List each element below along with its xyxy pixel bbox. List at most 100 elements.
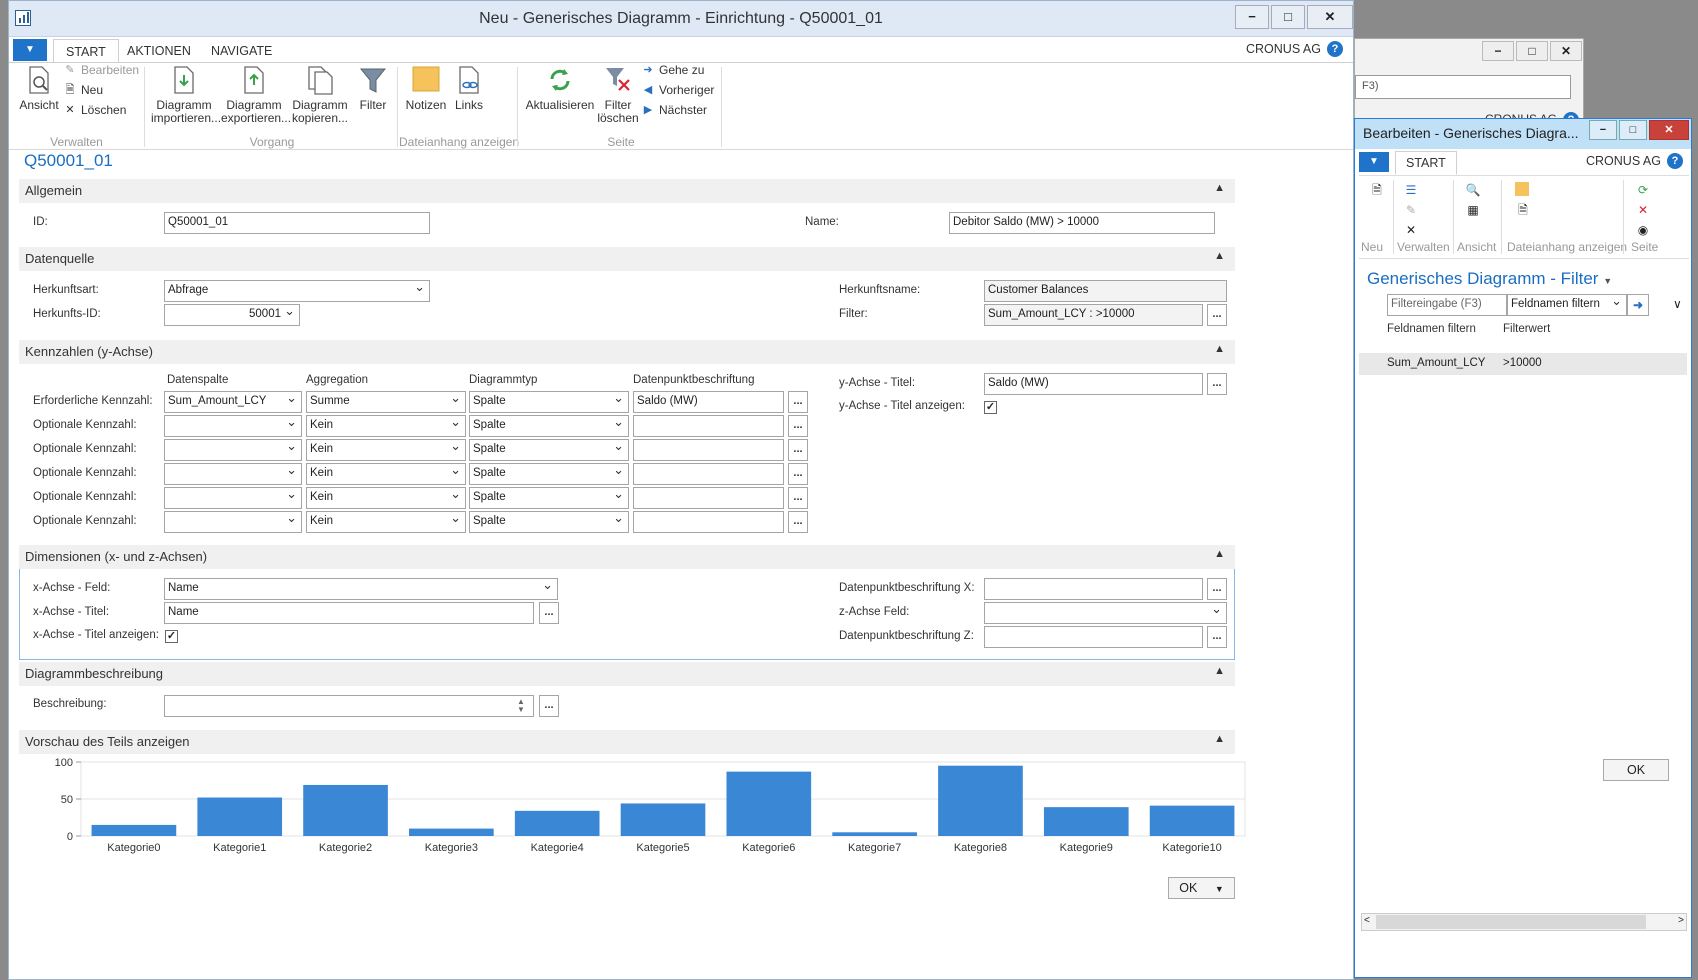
diagrammtyp-select[interactable]: Spalte [469, 391, 629, 413]
dpz-assist-button[interactable]: ... [1207, 626, 1227, 648]
chevron-up-icon[interactable]: ▲ [1214, 665, 1225, 677]
filter-field[interactable]: Sum_Amount_LCY : >10000 [984, 304, 1203, 326]
beschriftung-assist-button[interactable]: ... [788, 439, 808, 461]
scroll-thumb[interactable] [1376, 915, 1646, 929]
dialog-menu-button[interactable]: ▼ [1359, 152, 1389, 172]
link-icon[interactable]: 🗎 [1515, 202, 1531, 218]
view-icon[interactable]: 🔍 [1465, 182, 1481, 198]
beschriftung-assist-button[interactable]: ... [788, 511, 808, 533]
beschreibung-field[interactable] [164, 695, 534, 717]
chevron-up-icon[interactable]: ▲ [1214, 182, 1225, 194]
dialog-tab-start[interactable]: START [1395, 151, 1457, 175]
vorheriger-button[interactable]: ◀ Vorheriger [641, 83, 715, 97]
tab-start[interactable]: START [53, 39, 119, 63]
datenspalte-select[interactable] [164, 439, 302, 461]
dialog-ok-button[interactable]: OK [1603, 759, 1669, 781]
diagramm-exportieren-button[interactable]: Diagramm exportieren... [221, 65, 291, 125]
chevron-up-icon[interactable]: ▲ [1214, 343, 1225, 355]
tab-aktionen[interactable]: AKTIONEN [115, 39, 203, 63]
notizen-button[interactable]: Notizen [403, 65, 449, 112]
pencil-icon[interactable]: ✎ [1403, 202, 1419, 218]
help-icon[interactable]: ? [1327, 41, 1343, 57]
filter-button[interactable]: Filter [353, 65, 393, 112]
bg-search-input[interactable]: F3) [1355, 75, 1571, 99]
caret-down-icon[interactable]: ▼ [1603, 276, 1612, 286]
aggregation-select[interactable]: Summe [306, 391, 466, 413]
spin-icon[interactable]: ▲ ▼ [517, 698, 525, 714]
scroll-right-icon[interactable]: > [1678, 915, 1684, 926]
maximize-button[interactable]: □ [1271, 5, 1305, 29]
edit-list-icon[interactable]: ☰ [1403, 182, 1419, 198]
horizontal-scrollbar[interactable]: < > [1361, 913, 1687, 931]
beschriftung-field[interactable] [633, 415, 784, 437]
datenspalte-select[interactable] [164, 487, 302, 509]
beschriftung-field[interactable] [633, 511, 784, 533]
fasttab-kennzahlen[interactable]: Kennzahlen (y-Achse) ▲ [19, 340, 1235, 364]
beschriftung-assist-button[interactable]: ... [788, 415, 808, 437]
datenspalte-select[interactable]: Sum_Amount_LCY [164, 391, 302, 413]
links-button[interactable]: Links [451, 65, 487, 112]
diagrammtyp-select[interactable]: Spalte [469, 415, 629, 437]
chevron-down-icon[interactable]: ∨ [1673, 297, 1682, 311]
bg-minimize-button[interactable]: − [1482, 41, 1514, 61]
fasttab-dimensionen[interactable]: Dimensionen (x- und z-Achsen) ▲ [19, 545, 1235, 569]
diagrammtyp-select[interactable]: Spalte [469, 487, 629, 509]
note-icon[interactable] [1515, 182, 1529, 196]
minimize-button[interactable]: − [1235, 5, 1269, 29]
herkunftsart-select[interactable]: Abfrage [164, 280, 430, 302]
beschriftung-field[interactable] [633, 463, 784, 485]
beschriftung-field[interactable]: Saldo (MW) [633, 391, 784, 413]
diagramm-kopieren-button[interactable]: Diagramm kopieren... [291, 65, 349, 125]
beschriftung-assist-button[interactable]: ... [788, 463, 808, 485]
list-view-icon[interactable]: ▦ [1465, 202, 1481, 218]
refresh-icon[interactable]: ⟳ [1635, 182, 1651, 198]
beschreibung-assist-button[interactable]: ... [539, 695, 559, 717]
dialog-filter-input[interactable]: Filtereingabe (F3) [1387, 294, 1507, 316]
dialog-maximize-button[interactable]: □ [1619, 120, 1647, 140]
zfeld-select[interactable] [984, 602, 1227, 624]
arrow-right-icon[interactable]: ➜ [1627, 294, 1649, 316]
bg-maximize-button[interactable]: □ [1516, 41, 1548, 61]
ansicht-button[interactable]: Ansicht [19, 65, 59, 112]
diagrammtyp-select[interactable]: Spalte [469, 439, 629, 461]
clear-filter-icon[interactable]: ✕ [1635, 202, 1651, 218]
ytitle-assist-button[interactable]: ... [1207, 373, 1227, 395]
loeschen-button[interactable]: ✕ Löschen [63, 103, 126, 117]
beschriftung-assist-button[interactable]: ... [788, 487, 808, 509]
ok-button[interactable]: OK ▼ [1168, 877, 1235, 899]
ytitle-show-checkbox[interactable]: ✓ [984, 401, 997, 414]
dialog-close-button[interactable]: ✕ [1649, 120, 1689, 140]
aggregation-select[interactable]: Kein [306, 439, 466, 461]
xtitel-field[interactable]: Name [164, 602, 534, 624]
bearbeiten-button[interactable]: ✎ Bearbeiten [63, 63, 139, 77]
help-icon[interactable]: ? [1667, 153, 1683, 169]
dpx-field[interactable] [984, 578, 1203, 600]
scroll-left-icon[interactable]: < [1364, 915, 1370, 926]
name-field[interactable]: Debitor Saldo (MW) > 10000 [949, 212, 1215, 234]
fasttab-vorschau[interactable]: Vorschau des Teils anzeigen ▲ [19, 730, 1235, 754]
diagramm-importieren-button[interactable]: Diagramm importieren... [151, 65, 221, 125]
table-row[interactable]: Sum_Amount_LCY >10000 [1359, 353, 1687, 375]
fasttab-allgemein[interactable]: Allgemein ▲ [19, 179, 1235, 203]
chevron-up-icon[interactable]: ▲ [1214, 733, 1225, 745]
delete-icon[interactable]: ✕ [1403, 222, 1419, 238]
chevron-up-icon[interactable]: ▲ [1214, 548, 1225, 560]
beschriftung-field[interactable] [633, 439, 784, 461]
fasttab-datenquelle[interactable]: Datenquelle ▲ [19, 247, 1235, 271]
filter-assist-button[interactable]: ... [1207, 304, 1227, 326]
new-document-icon[interactable]: 🗎 [1369, 182, 1385, 198]
gehe-zu-button[interactable]: ➜ Gehe zu [641, 63, 704, 77]
diagrammtyp-select[interactable]: Spalte [469, 511, 629, 533]
datenspalte-select[interactable] [164, 463, 302, 485]
id-field[interactable]: Q50001_01 [164, 212, 430, 234]
binoculars-icon[interactable]: ◉ [1635, 222, 1651, 238]
dialog-filter-field-select[interactable]: Feldnamen filtern [1507, 294, 1627, 316]
aggregation-select[interactable]: Kein [306, 511, 466, 533]
herkunfts-id-select[interactable]: 50001 [164, 304, 300, 326]
dpx-assist-button[interactable]: ... [1207, 578, 1227, 600]
beschriftung-field[interactable] [633, 487, 784, 509]
datenspalte-select[interactable] [164, 511, 302, 533]
chevron-up-icon[interactable]: ▲ [1214, 250, 1225, 262]
diagrammtyp-select[interactable]: Spalte [469, 463, 629, 485]
fasttab-beschreibung[interactable]: Diagrammbeschreibung ▲ [19, 662, 1235, 686]
